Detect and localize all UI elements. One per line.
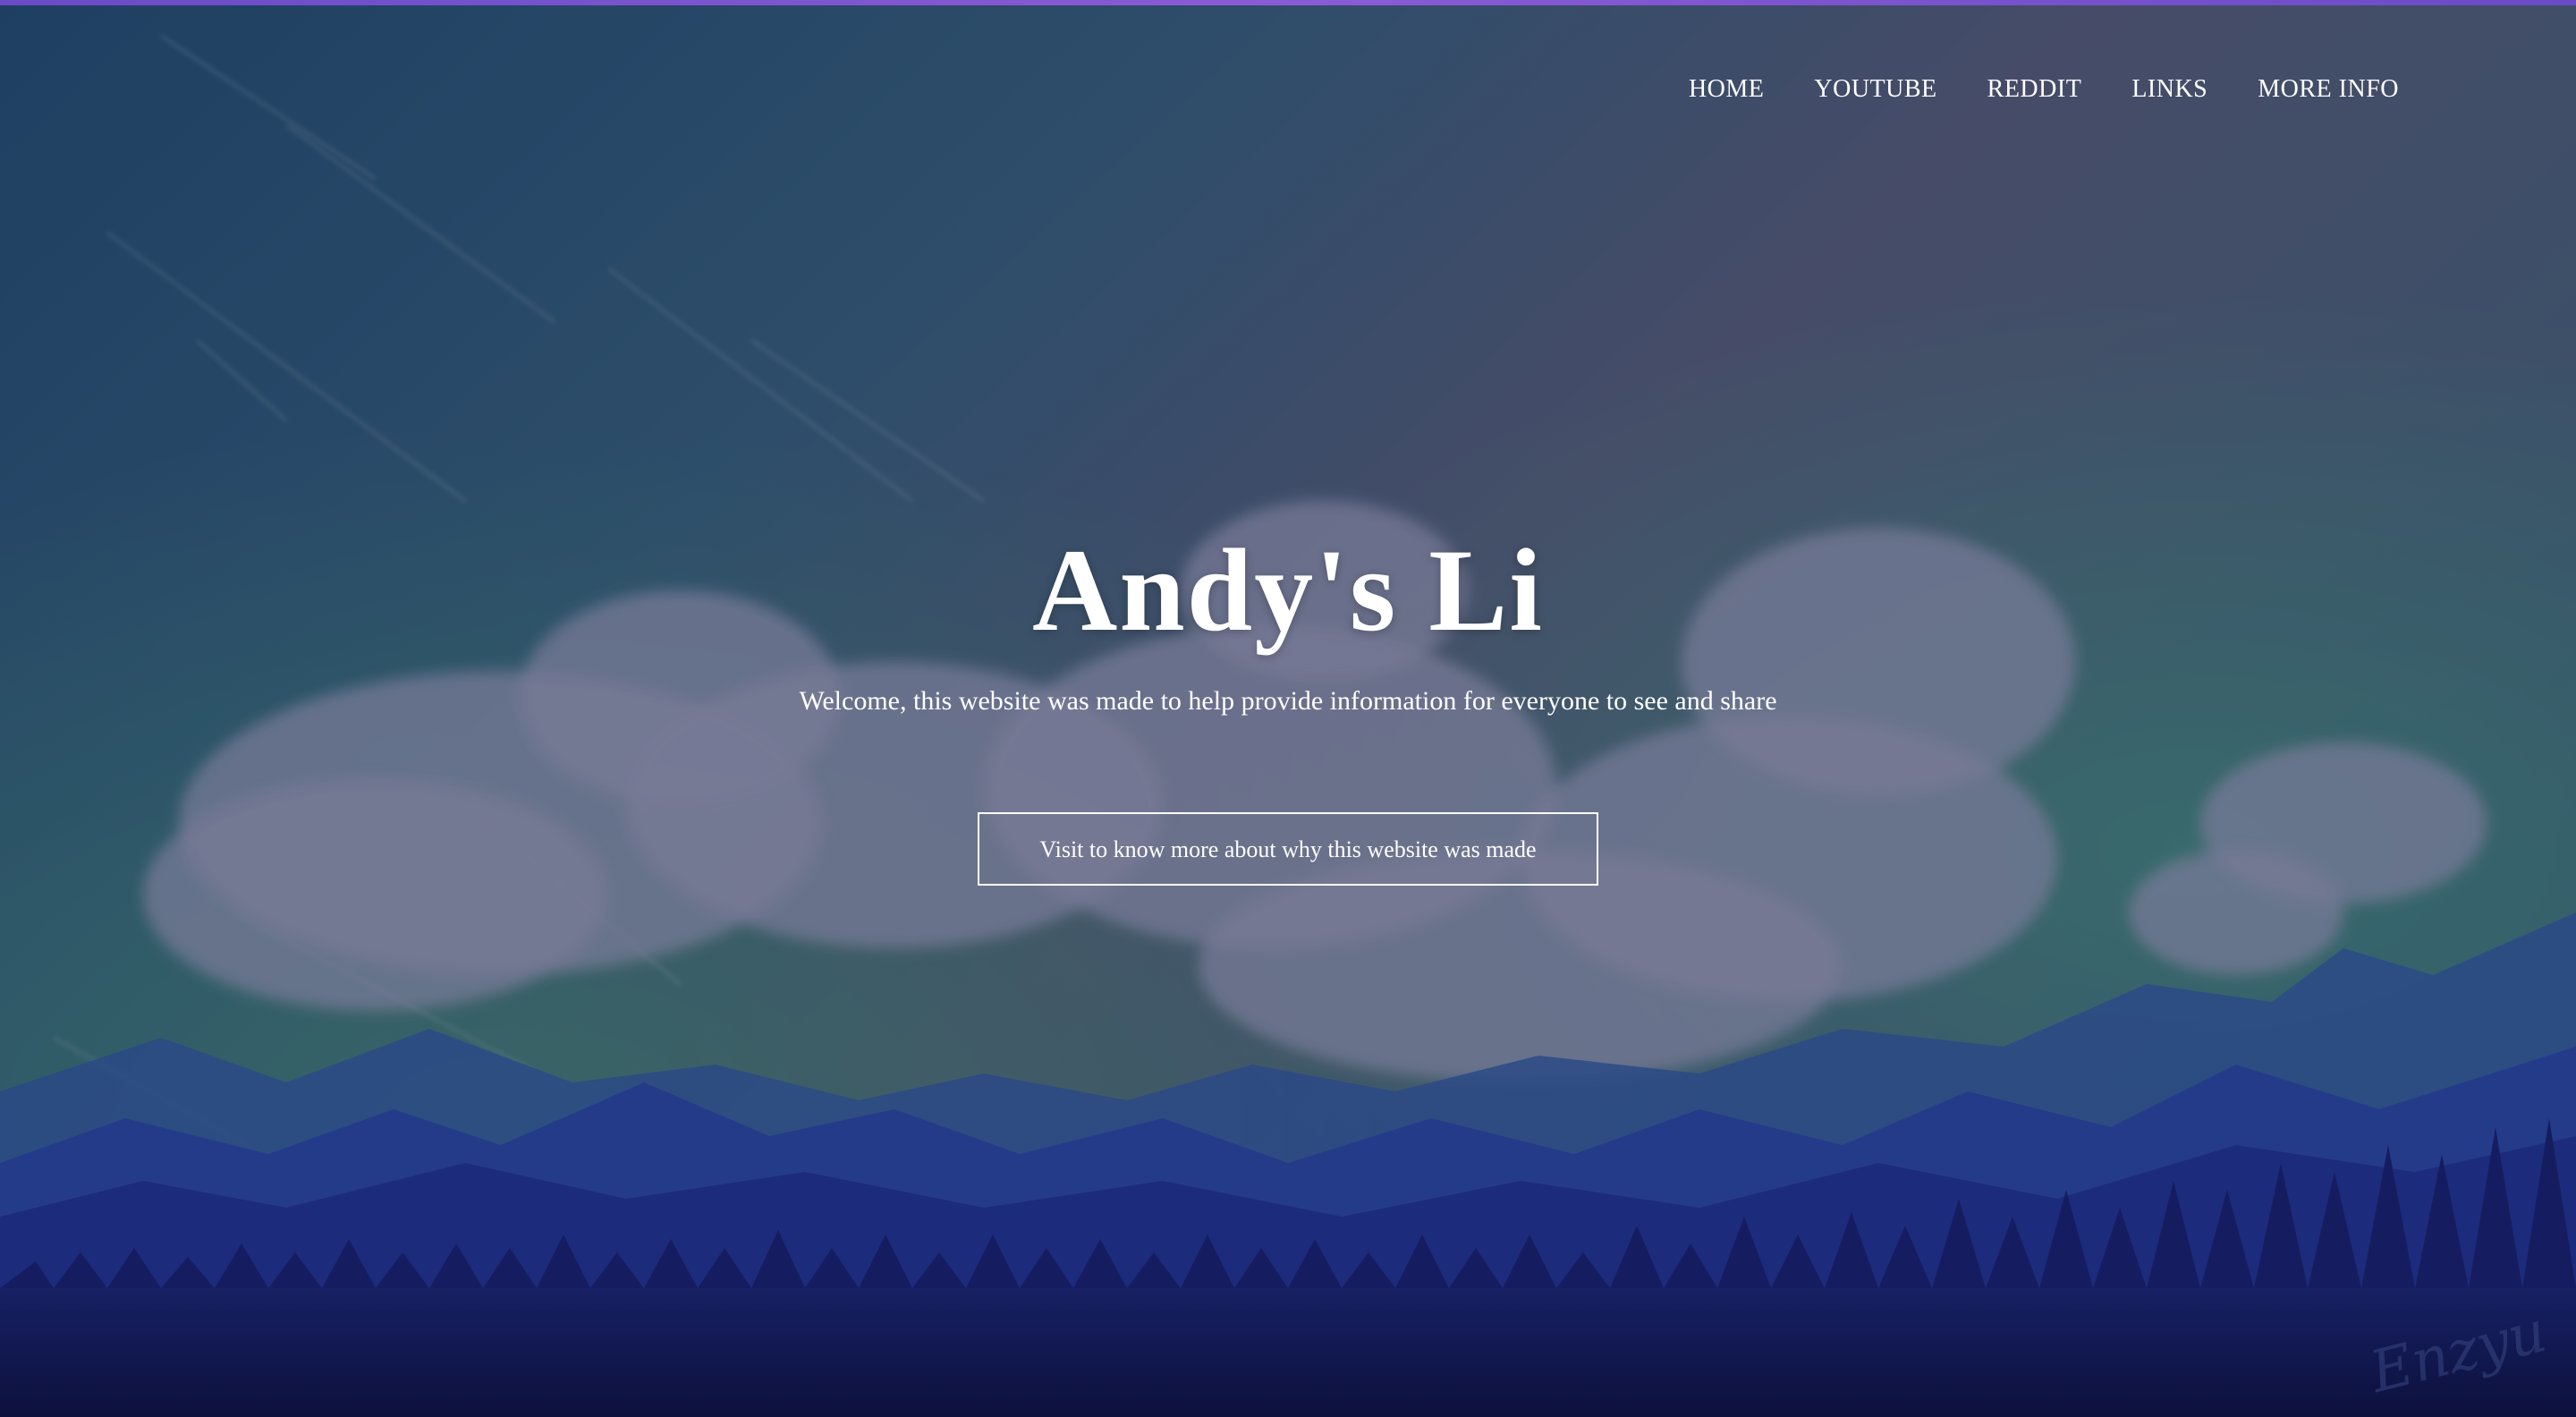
hero-subtitle: Welcome, this website was made to help p… — [799, 686, 1777, 716]
hero-title: Andy's Li — [1032, 524, 1544, 656]
nav-reddit-link[interactable]: REDDIT — [1937, 72, 2082, 107]
nav-youtube-link[interactable]: YOUTUBE — [1764, 72, 1936, 107]
nav-links-link[interactable]: LINKS — [2081, 72, 2207, 107]
main-navigation: HOME YOUTUBE REDDIT LINKS MORE INFO — [1639, 72, 2399, 107]
nav-home-link[interactable]: HOME — [1639, 72, 1764, 107]
nav-more-info-link[interactable]: MORE INFO — [2207, 72, 2399, 107]
hero-section: Andy's Li Welcome, this website was made… — [0, 519, 2576, 886]
cta-button[interactable]: Visit to know more about why this websit… — [978, 812, 1598, 886]
top-accent-bar — [0, 0, 2576, 5]
